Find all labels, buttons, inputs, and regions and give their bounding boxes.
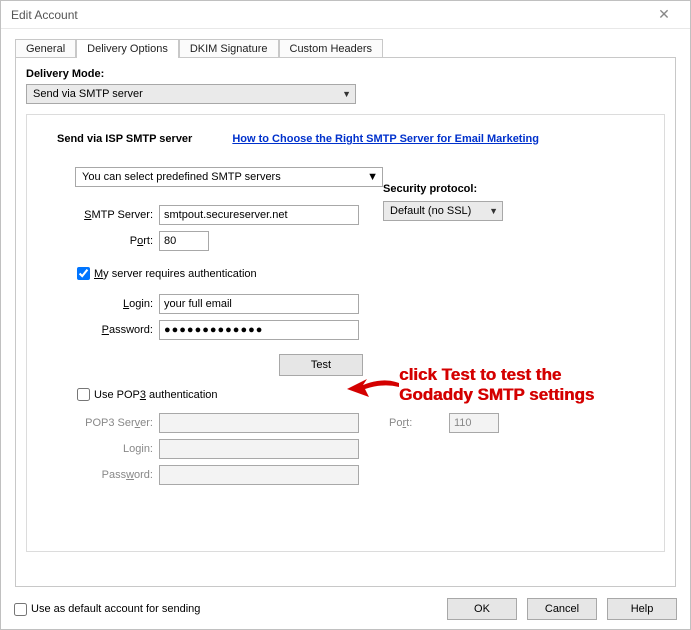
- smtp-port-input[interactable]: [159, 231, 209, 251]
- tab-custom-headers[interactable]: Custom Headers: [279, 39, 384, 58]
- smtp-server-label: SMTP Server:: [57, 209, 153, 221]
- password-label: Password:: [57, 324, 153, 336]
- pop3-login-label: Login:: [57, 443, 153, 455]
- smtp-port-label: Port:: [57, 235, 153, 247]
- tab-dkim-signature[interactable]: DKIM Signature: [179, 39, 279, 58]
- help-button[interactable]: Help: [607, 598, 677, 620]
- ok-button[interactable]: OK: [447, 598, 517, 620]
- tab-delivery-options[interactable]: Delivery Options: [76, 39, 179, 58]
- use-pop3-label: Use POP3 authentication: [94, 389, 218, 401]
- use-pop3-checkbox[interactable]: [77, 388, 90, 401]
- chevron-down-icon: ▼: [342, 89, 351, 99]
- pop3-password-label: Password:: [57, 469, 153, 481]
- smtp-server-input[interactable]: [159, 205, 359, 225]
- test-button[interactable]: Test: [279, 354, 363, 376]
- pop3-login-input: [159, 439, 359, 459]
- delivery-mode-value: Send via SMTP server: [33, 88, 143, 100]
- default-account-label: Use as default account for sending: [31, 603, 200, 615]
- tab-general[interactable]: General: [15, 39, 76, 58]
- requires-auth-label: My server requires authentication: [94, 268, 257, 280]
- dialog-footer: Use as default account for sending OK Ca…: [14, 598, 677, 620]
- security-protocol-value: Default (no SSL): [390, 205, 471, 217]
- titlebar: Edit Account ✕: [1, 1, 690, 29]
- pop3-port-label: Port:: [389, 417, 449, 429]
- close-icon[interactable]: ✕: [644, 5, 684, 25]
- delivery-mode-select[interactable]: Send via SMTP server ▼: [26, 84, 356, 104]
- smtp-settings-panel: Send via ISP SMTP server How to Choose t…: [26, 114, 665, 552]
- pop3-port-input: [449, 413, 499, 433]
- pop3-password-input: [159, 465, 359, 485]
- security-protocol-label: Security protocol:: [383, 183, 503, 195]
- default-account-checkbox[interactable]: [14, 603, 27, 616]
- tabstrip: General Delivery Options DKIM Signature …: [15, 35, 676, 57]
- chevron-down-icon: ▼: [489, 206, 498, 216]
- security-protocol-select[interactable]: Default (no SSL) ▼: [383, 201, 503, 221]
- login-input[interactable]: [159, 294, 359, 314]
- requires-auth-checkbox[interactable]: [77, 267, 90, 280]
- pop3-server-label: POP3 Server:: [57, 417, 153, 429]
- window-title: Edit Account: [11, 8, 78, 22]
- password-input[interactable]: [159, 320, 359, 340]
- chevron-down-icon: ▼: [367, 171, 378, 183]
- default-account-wrapper[interactable]: Use as default account for sending: [14, 603, 200, 616]
- cancel-button[interactable]: Cancel: [527, 598, 597, 620]
- tab-panel: Delivery Mode: Send via SMTP server ▼ Se…: [15, 57, 676, 587]
- delivery-mode-label: Delivery Mode:: [26, 68, 665, 80]
- help-link[interactable]: How to Choose the Right SMTP Server for …: [232, 133, 539, 145]
- panel-heading: Send via ISP SMTP server: [57, 133, 192, 145]
- dialog-content: General Delivery Options DKIM Signature …: [1, 29, 690, 595]
- predefined-smtp-value: You can select predefined SMTP servers: [82, 171, 281, 183]
- annotation-arrow-icon: [343, 375, 401, 401]
- pop3-server-input: [159, 413, 359, 433]
- predefined-smtp-select[interactable]: You can select predefined SMTP servers ▼: [75, 167, 383, 187]
- annotation-text: click Test to test the Godaddy SMTP sett…: [399, 365, 629, 406]
- login-label: Login:: [57, 298, 153, 310]
